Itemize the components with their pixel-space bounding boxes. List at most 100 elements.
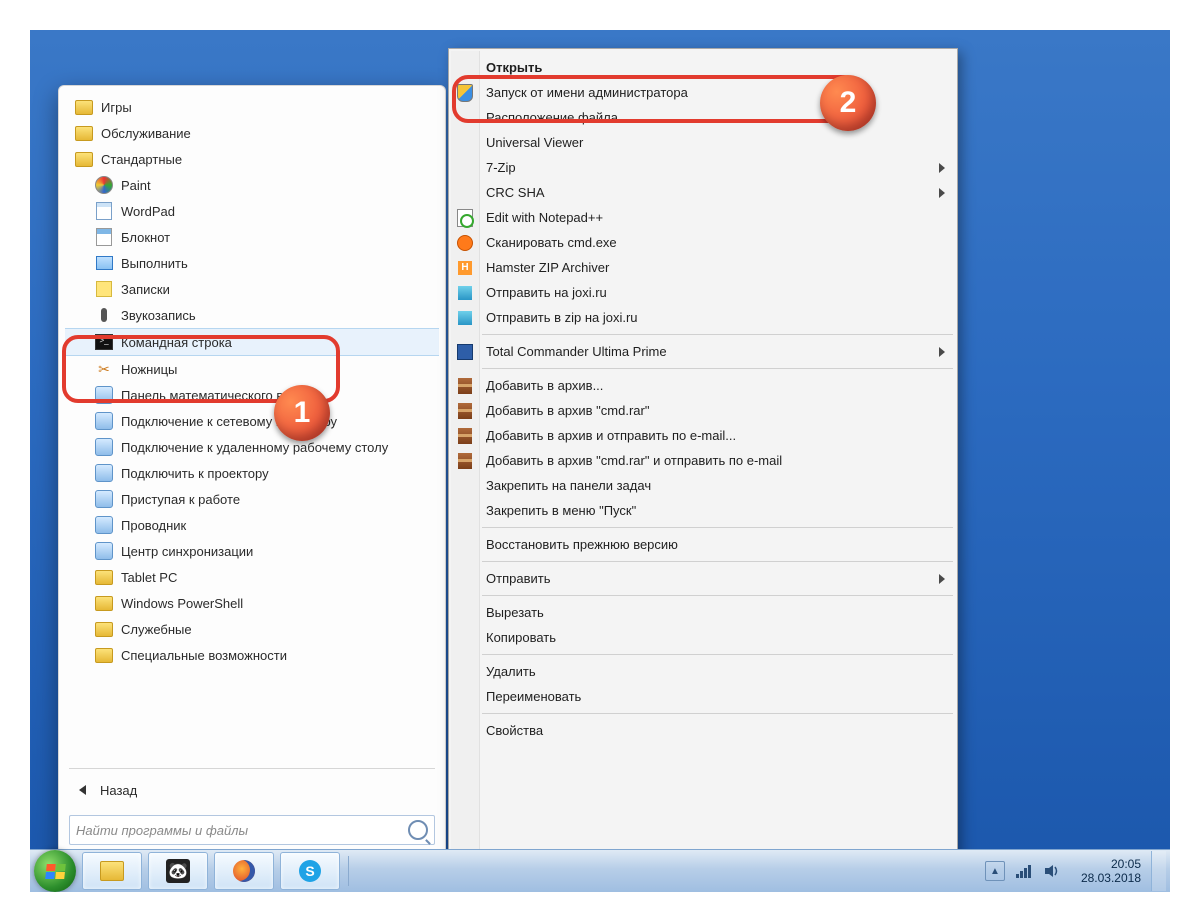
app-icon bbox=[95, 464, 113, 482]
app-connect-projector[interactable]: Подключить к проектору bbox=[65, 460, 439, 486]
context-menu-item-label: Total Commander Ultima Prime bbox=[486, 344, 667, 359]
app-label: Подключение к удаленному рабочему столу bbox=[121, 440, 388, 455]
app-remote-desktop[interactable]: Подключение к удаленному рабочему столу bbox=[65, 434, 439, 460]
context-menu-item[interactable]: Копировать bbox=[480, 625, 955, 650]
h-icon: H bbox=[456, 259, 474, 277]
context-menu-item[interactable]: Закрепить в меню "Пуск" bbox=[480, 498, 955, 523]
start-subfolder-system-tools[interactable]: Служебные bbox=[65, 616, 439, 642]
document-icon bbox=[95, 202, 113, 220]
app-label: WordPad bbox=[121, 204, 175, 219]
context-menu-item[interactable]: Hamster ZIP ArchiverH bbox=[480, 255, 955, 280]
context-menu-item-label: Свойства bbox=[486, 723, 543, 738]
start-subfolder-tabletpc[interactable]: Tablet PC bbox=[65, 564, 439, 590]
sticky-note-icon bbox=[95, 280, 113, 298]
context-menu-item[interactable]: Сканировать cmd.exe bbox=[480, 230, 955, 255]
app-run[interactable]: Выполнить bbox=[65, 250, 439, 276]
taskbar-app-explorer[interactable] bbox=[82, 852, 142, 890]
app-label: Звукозапись bbox=[121, 308, 196, 323]
start-search-input[interactable]: Найти программы и файлы bbox=[69, 815, 435, 845]
context-menu-item[interactable]: Добавить в архив "cmd.rar" и отправить п… bbox=[480, 448, 955, 473]
context-menu-item[interactable]: Добавить в архив... bbox=[480, 373, 955, 398]
context-menu-item[interactable]: Отправить в zip на joxi.ru bbox=[480, 305, 955, 330]
scissors-icon: ✂ bbox=[95, 360, 113, 378]
tray-expand-icon[interactable]: ▲ bbox=[985, 861, 1005, 881]
context-menu-item[interactable]: Закрепить на панели задач bbox=[480, 473, 955, 498]
context-menu-item-label: Открыть bbox=[486, 60, 542, 75]
show-desktop-button[interactable] bbox=[1151, 851, 1166, 891]
start-folder-games[interactable]: Игры bbox=[65, 94, 439, 120]
submenu-arrow-icon bbox=[939, 163, 945, 173]
context-menu-item[interactable]: Переименовать bbox=[480, 684, 955, 709]
context-menu-item[interactable]: Universal Viewer bbox=[480, 130, 955, 155]
context-menu-item-label: Edit with Notepad++ bbox=[486, 210, 603, 225]
context-menu-item[interactable]: Добавить в архив "cmd.rar" bbox=[480, 398, 955, 423]
submenu-arrow-icon bbox=[939, 574, 945, 584]
rar-icon bbox=[456, 377, 474, 395]
app-math-input[interactable]: Панель математического ввода bbox=[65, 382, 439, 408]
context-menu-item-label: Вырезать bbox=[486, 605, 544, 620]
context-menu-item[interactable]: Отправить bbox=[480, 566, 955, 591]
context-menu-item-label: Hamster ZIP Archiver bbox=[486, 260, 609, 275]
shield-icon bbox=[456, 84, 474, 102]
app-sync-center[interactable]: Центр синхронизации bbox=[65, 538, 439, 564]
context-menu-item[interactable]: CRC SHA bbox=[480, 180, 955, 205]
app-notepad[interactable]: Блокнот bbox=[65, 224, 439, 250]
app-paint[interactable]: Paint bbox=[65, 172, 439, 198]
volume-icon[interactable] bbox=[1043, 862, 1061, 880]
clock-time: 20:05 bbox=[1081, 857, 1141, 871]
start-menu-program-list: Игры Обслуживание Стандартные Paint bbox=[65, 94, 439, 764]
screenshot-root: Игры Обслуживание Стандартные Paint bbox=[0, 0, 1200, 922]
context-menu-separator bbox=[482, 654, 953, 655]
taskbar-app-skype[interactable]: S bbox=[280, 852, 340, 890]
start-folder-maintenance[interactable]: Обслуживание bbox=[65, 120, 439, 146]
app-icon bbox=[95, 516, 113, 534]
start-back-button[interactable]: Назад bbox=[65, 775, 439, 805]
app-network-projector[interactable]: Подключение к сетевому проектору bbox=[65, 408, 439, 434]
network-icon[interactable] bbox=[1015, 862, 1033, 880]
context-menu-items: Открыть Запуск от имени администратораРас… bbox=[480, 51, 955, 869]
app-label: Ножницы bbox=[121, 362, 177, 377]
submenu-arrow-icon bbox=[939, 347, 945, 357]
context-menu-item[interactable]: 7-Zip bbox=[480, 155, 955, 180]
context-menu-separator bbox=[482, 368, 953, 369]
app-explorer[interactable]: Проводник bbox=[65, 512, 439, 538]
context-menu-item-label: Закрепить на панели задач bbox=[486, 478, 651, 493]
app-wordpad[interactable]: WordPad bbox=[65, 198, 439, 224]
app-icon bbox=[95, 490, 113, 508]
app-snipping-tool[interactable]: ✂ Ножницы bbox=[65, 356, 439, 382]
folder-label: Специальные возможности bbox=[121, 648, 287, 663]
context-menu-item[interactable]: Восстановить прежнюю версию bbox=[480, 532, 955, 557]
context-menu-item[interactable]: Total Commander Ultima Prime bbox=[480, 339, 955, 364]
context-menu-item[interactable]: Удалить bbox=[480, 659, 955, 684]
context-menu-item[interactable]: Edit with Notepad++ bbox=[480, 205, 955, 230]
context-menu-item[interactable]: Отправить на joxi.ru bbox=[480, 280, 955, 305]
start-folder-accessories[interactable]: Стандартные bbox=[65, 146, 439, 172]
context-menu: Открыть Запуск от имени администратораРас… bbox=[448, 48, 958, 872]
context-menu-item[interactable]: Свойства bbox=[480, 718, 955, 743]
paint-icon bbox=[95, 176, 113, 194]
taskbar-clock[interactable]: 20:05 28.03.2018 bbox=[1081, 857, 1141, 885]
context-menu-item-label: Отправить bbox=[486, 571, 550, 586]
taskbar-app-firefox[interactable] bbox=[214, 852, 274, 890]
context-menu-item[interactable]: Запуск от имени администратора bbox=[480, 80, 955, 105]
app-stickynotes[interactable]: Записки bbox=[65, 276, 439, 302]
rar-icon bbox=[456, 402, 474, 420]
folder-label: Служебные bbox=[121, 622, 192, 637]
app-soundrecorder[interactable]: Звукозапись bbox=[65, 302, 439, 328]
context-menu-item[interactable]: Расположение файла bbox=[480, 105, 955, 130]
context-menu-item-label: CRC SHA bbox=[486, 185, 545, 200]
start-subfolder-accessibility[interactable]: Специальные возможности bbox=[65, 642, 439, 668]
taskbar-app-panda[interactable]: 🐼 bbox=[148, 852, 208, 890]
cmd-icon: >_ bbox=[95, 333, 113, 351]
context-menu-separator bbox=[482, 713, 953, 714]
start-subfolder-powershell[interactable]: Windows PowerShell bbox=[65, 590, 439, 616]
app-command-prompt[interactable]: >_ Командная строка bbox=[65, 328, 439, 356]
start-button[interactable] bbox=[34, 850, 76, 892]
app-getting-started[interactable]: Приступая к работе bbox=[65, 486, 439, 512]
context-menu-item[interactable]: Вырезать bbox=[480, 600, 955, 625]
system-tray: ▲ 20:05 28.03.2018 bbox=[985, 851, 1170, 891]
app-label: Подключить к проектору bbox=[121, 466, 269, 481]
context-menu-item[interactable]: Добавить в архив и отправить по e-mail..… bbox=[480, 423, 955, 448]
context-menu-item-label: Копировать bbox=[486, 630, 556, 645]
context-menu-item[interactable]: Открыть bbox=[480, 55, 955, 80]
